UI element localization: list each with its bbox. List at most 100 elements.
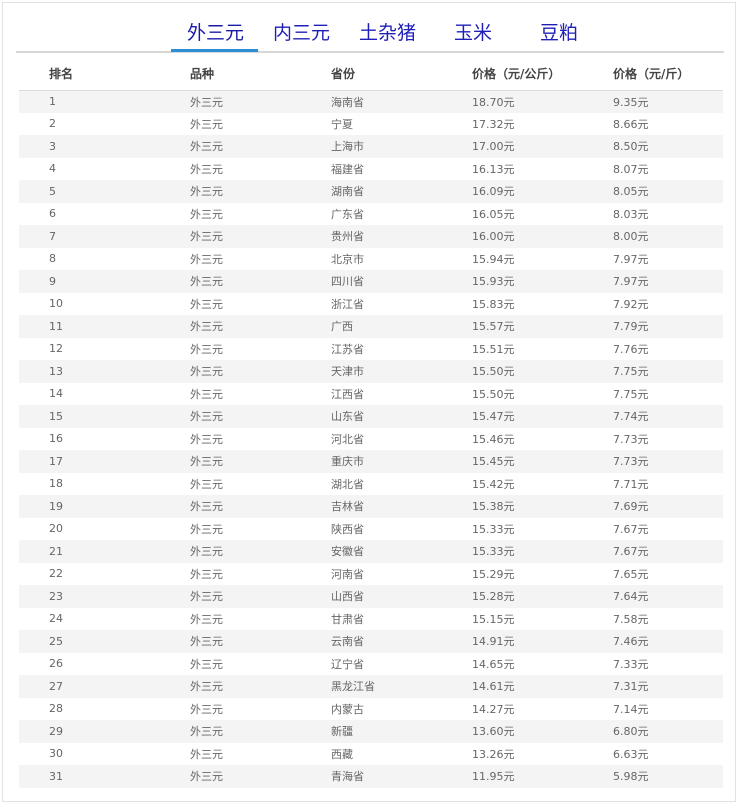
table-row: 1 外三元 海南省 18.70元 9.35元	[19, 90, 723, 113]
price-jin-cell: 7.67元	[583, 540, 723, 563]
variety-cell: 外三元	[160, 652, 301, 675]
variety-cell: 外三元	[160, 382, 301, 405]
rank-cell: 31	[19, 765, 160, 788]
rank-cell: 11	[19, 315, 160, 338]
province-cell: 河南省	[301, 562, 442, 585]
province-cell: 广西	[301, 315, 442, 338]
table-row: 30 外三元 西藏 13.26元 6.63元	[19, 742, 723, 765]
province-cell: 湖南省	[301, 180, 442, 203]
province-cell: 天津市	[301, 360, 442, 383]
price-kg-cell: 15.93元	[442, 270, 583, 293]
price-jin-cell: 8.00元	[583, 225, 723, 248]
table-row: 5 外三元 湖南省 16.09元 8.05元	[19, 180, 723, 203]
price-jin-cell: 8.05元	[583, 180, 723, 203]
price-kg-cell: 15.50元	[442, 382, 583, 405]
province-cell: 云南省	[301, 630, 442, 653]
price-kg-cell: 17.00元	[442, 135, 583, 158]
province-cell: 甘肃省	[301, 607, 442, 630]
variety-cell: 外三元	[160, 607, 301, 630]
table-row: 10 外三元 浙江省 15.83元 7.92元	[19, 292, 723, 315]
price-kg-cell: 16.13元	[442, 157, 583, 180]
province-cell: 四川省	[301, 270, 442, 293]
price-jin-cell: 7.71元	[583, 472, 723, 495]
table-row: 29 外三元 新疆 13.60元 6.80元	[19, 720, 723, 743]
price-kg-cell: 16.00元	[442, 225, 583, 248]
price-kg-cell: 15.50元	[442, 360, 583, 383]
province-cell: 宁夏	[301, 112, 442, 135]
price-kg-cell: 15.33元	[442, 517, 583, 540]
table-row: 7 外三元 贵州省 16.00元 8.00元	[19, 225, 723, 248]
variety-cell: 外三元	[160, 405, 301, 428]
price-kg-cell: 15.15元	[442, 607, 583, 630]
rank-cell: 25	[19, 630, 160, 653]
rank-cell: 10	[19, 292, 160, 315]
province-cell: 内蒙古	[301, 697, 442, 720]
price-kg-cell: 15.33元	[442, 540, 583, 563]
price-jin-cell: 8.07元	[583, 157, 723, 180]
price-kg-cell: 16.05元	[442, 202, 583, 225]
table-row: 28 外三元 内蒙古 14.27元 7.14元	[19, 697, 723, 720]
rank-cell: 23	[19, 585, 160, 608]
price-jin-cell: 7.75元	[583, 360, 723, 383]
price-kg-cell: 15.29元	[442, 562, 583, 585]
table-row: 20 外三元 陕西省 15.33元 7.67元	[19, 517, 723, 540]
price-jin-cell: 7.31元	[583, 675, 723, 698]
tab-tu-za-zhu[interactable]: 土杂猪	[359, 20, 416, 46]
rank-cell: 6	[19, 202, 160, 225]
tab-nei-san-yuan[interactable]: 内三元	[273, 20, 330, 46]
table-header-row: 排名 品种 省份 价格（元/公斤） 价格（元/斤）	[19, 57, 723, 91]
price-jin-cell: 7.97元	[583, 270, 723, 293]
price-jin-cell: 7.69元	[583, 495, 723, 518]
rank-cell: 21	[19, 540, 160, 563]
price-kg-cell: 14.91元	[442, 630, 583, 653]
variety-cell: 外三元	[160, 517, 301, 540]
table-row: 21 外三元 安徽省 15.33元 7.67元	[19, 540, 723, 563]
table-row: 18 外三元 湖北省 15.42元 7.71元	[19, 472, 723, 495]
header-variety: 品种	[160, 57, 301, 91]
province-cell: 陕西省	[301, 517, 442, 540]
variety-cell: 外三元	[160, 450, 301, 473]
rank-cell: 19	[19, 495, 160, 518]
table-row: 19 外三元 吉林省 15.38元 7.69元	[19, 495, 723, 518]
table-row: 9 外三元 四川省 15.93元 7.97元	[19, 270, 723, 293]
header-price-per-jin: 价格（元/斤）	[583, 57, 723, 91]
price-jin-cell: 7.73元	[583, 450, 723, 473]
variety-cell: 外三元	[160, 495, 301, 518]
rank-cell: 24	[19, 607, 160, 630]
tab-yu-mi[interactable]: 玉米	[454, 20, 492, 46]
price-jin-cell: 7.58元	[583, 607, 723, 630]
price-jin-cell: 7.46元	[583, 630, 723, 653]
rank-cell: 29	[19, 720, 160, 743]
price-jin-cell: 7.67元	[583, 517, 723, 540]
table-row: 25 外三元 云南省 14.91元 7.46元	[19, 630, 723, 653]
table-row: 2 外三元 宁夏 17.32元 8.66元	[19, 112, 723, 135]
price-kg-cell: 15.51元	[442, 337, 583, 360]
price-jin-cell: 7.97元	[583, 247, 723, 270]
variety-cell: 外三元	[160, 315, 301, 338]
tab-wai-san-yuan[interactable]: 外三元	[187, 20, 244, 46]
table-row: 26 外三元 辽宁省 14.65元 7.33元	[19, 652, 723, 675]
variety-cell: 外三元	[160, 360, 301, 383]
table-row: 22 外三元 河南省 15.29元 7.65元	[19, 562, 723, 585]
variety-cell: 外三元	[160, 90, 301, 113]
province-cell: 江苏省	[301, 337, 442, 360]
rank-cell: 13	[19, 360, 160, 383]
province-cell: 安徽省	[301, 540, 442, 563]
province-cell: 山西省	[301, 585, 442, 608]
province-cell: 贵州省	[301, 225, 442, 248]
header-province: 省份	[301, 57, 442, 91]
province-cell: 辽宁省	[301, 652, 442, 675]
variety-cell: 外三元	[160, 585, 301, 608]
table-row: 6 外三元 广东省 16.05元 8.03元	[19, 202, 723, 225]
table-row: 4 外三元 福建省 16.13元 8.07元	[19, 157, 723, 180]
active-tab-indicator	[171, 49, 258, 52]
price-kg-cell: 15.47元	[442, 405, 583, 428]
table-row: 17 外三元 重庆市 15.45元 7.73元	[19, 450, 723, 473]
table-row: 16 外三元 河北省 15.46元 7.73元	[19, 427, 723, 450]
price-jin-cell: 7.92元	[583, 292, 723, 315]
table-row: 31 外三元 青海省 11.95元 5.98元	[19, 765, 723, 788]
price-jin-cell: 7.76元	[583, 337, 723, 360]
rank-cell: 28	[19, 697, 160, 720]
tab-dou-po[interactable]: 豆粕	[540, 20, 578, 46]
province-cell: 黑龙江省	[301, 675, 442, 698]
